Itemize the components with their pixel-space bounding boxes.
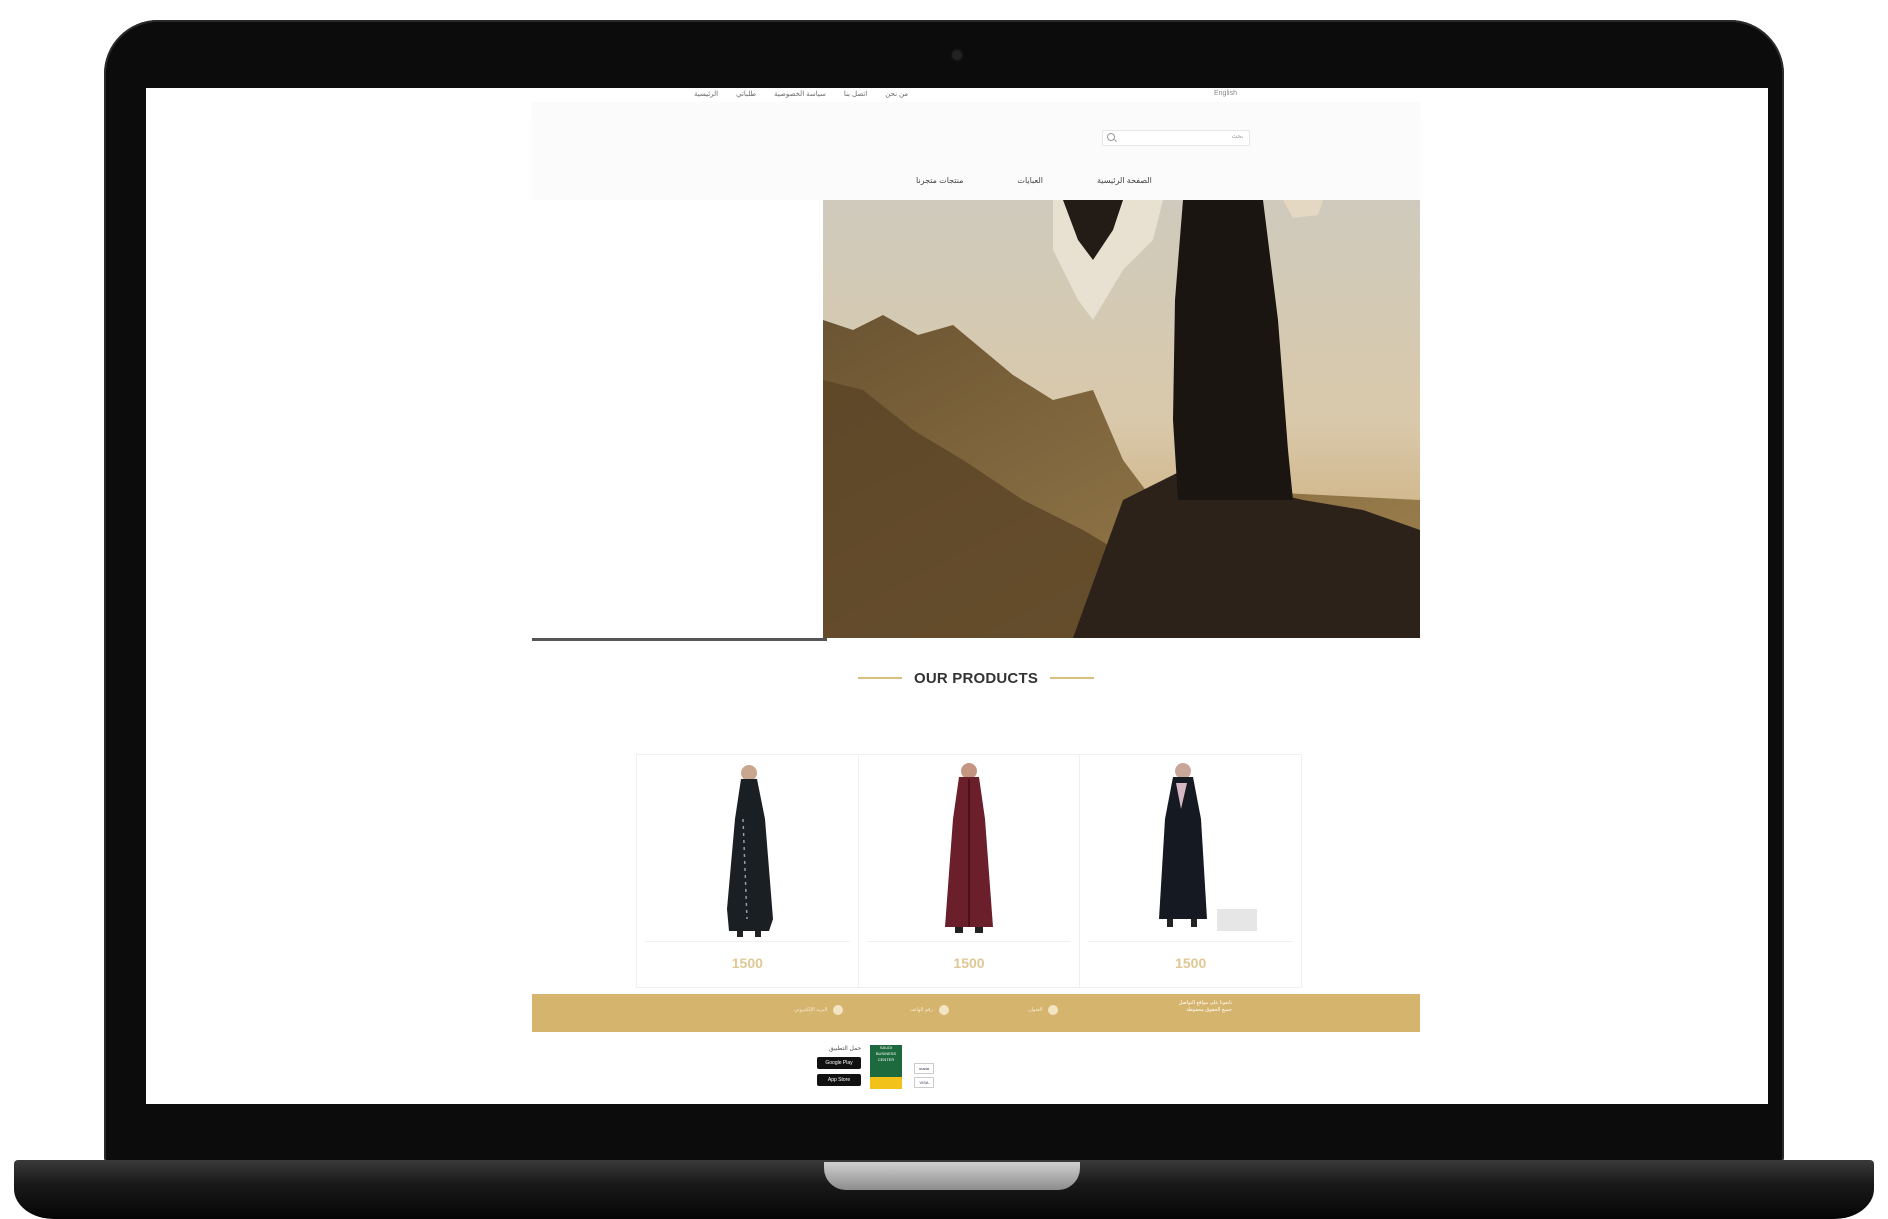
footer-item-label: البريد الإلكتروني: [794, 1007, 828, 1013]
mada-logo: mada: [914, 1063, 934, 1074]
visa-logo: VISA: [914, 1077, 934, 1088]
search-input[interactable]: [1117, 132, 1221, 146]
top-links: الرئيسية طلباتي سياسة الخصوصية اتصل بنا …: [694, 90, 908, 98]
laptop-hinge-notch: [824, 1162, 1080, 1190]
section-heading: OUR PRODUCTS: [846, 668, 1106, 688]
google-play-badge[interactable]: Google Play: [817, 1057, 861, 1069]
search-field[interactable]: بحث: [1102, 130, 1250, 146]
cert-text: SAUDI BUSINESS CENTER: [875, 1045, 897, 1062]
cert-stripe: [870, 1077, 902, 1089]
section-title: OUR PRODUCTS: [913, 669, 1039, 687]
product-image[interactable]: [866, 759, 1072, 942]
nav-item-abayas[interactable]: العبايات: [1017, 176, 1043, 185]
top-utility-bar: الرئيسية طلباتي سياسة الخصوصية اتصل بنا …: [146, 88, 1768, 102]
top-link[interactable]: من نحن: [885, 90, 908, 98]
language-toggle[interactable]: English: [1214, 90, 1237, 97]
product-price: 1500: [1175, 955, 1207, 971]
footer-contact-bar: البريد الإلكتروني رقم الهاتف العنوان تاب…: [532, 994, 1420, 1032]
product-image[interactable]: [645, 759, 850, 942]
footer-item-email[interactable]: البريد الإلكتروني: [794, 1005, 844, 1015]
footer-item-address[interactable]: العنوان: [1028, 1005, 1059, 1015]
camera-icon: [952, 50, 962, 60]
hero-banner-image[interactable]: [823, 200, 1420, 638]
top-link[interactable]: اتصل بنا: [844, 90, 867, 98]
product-card[interactable]: 1500: [637, 755, 859, 987]
search-label: بحث: [1231, 134, 1243, 140]
footer-contact-line: تابعونا على مواقع التواصل: [1178, 1000, 1232, 1006]
product-price: 1500: [953, 955, 985, 971]
nav-item-home[interactable]: الصفحة الرئيسية: [1097, 176, 1152, 185]
title-divider: [857, 677, 902, 679]
business-center-badge[interactable]: SAUDI BUSINESS CENTER: [870, 1045, 902, 1089]
site-header: [532, 102, 1420, 212]
product-image[interactable]: [1088, 759, 1294, 942]
app-store-badge[interactable]: App Store: [817, 1074, 861, 1086]
footer-contact-text: تابعونا على مواقع التواصل جميع الحقوق مح…: [1092, 1000, 1232, 1014]
search-icon[interactable]: [1107, 133, 1115, 141]
email-icon: [833, 1005, 844, 1015]
product-card[interactable]: 1500: [1080, 755, 1301, 987]
laptop-screen: الرئيسية طلباتي سياسة الخصوصية اتصل بنا …: [146, 88, 1768, 1104]
top-link[interactable]: الرئيسية: [694, 90, 718, 98]
top-link[interactable]: طلباتي: [736, 90, 756, 98]
phone-icon: [938, 1005, 949, 1015]
footer-item-label: رقم الهاتف: [910, 1007, 933, 1013]
nav-item-store[interactable]: منتجات متجرنا: [916, 176, 963, 185]
product-price: 1500: [731, 955, 763, 971]
footer-contact-line: جميع الحقوق محفوظة: [1186, 1007, 1232, 1013]
footer-item-label: العنوان: [1028, 1007, 1043, 1013]
download-app-label: حمل التطبيق: [829, 1046, 862, 1052]
product-card[interactable]: 1500: [859, 755, 1081, 987]
title-divider: [1050, 677, 1095, 679]
hero-blank-panel: [532, 200, 827, 641]
footer-item-phone[interactable]: رقم الهاتف: [910, 1005, 949, 1015]
laptop-mockup: الرئيسية طلباتي سياسة الخصوصية اتصل بنا …: [0, 0, 1888, 1219]
location-icon: [1048, 1005, 1059, 1015]
main-nav: الصفحة الرئيسية العبايات منتجات متجرنا: [916, 176, 1152, 185]
top-link[interactable]: سياسة الخصوصية: [774, 90, 826, 98]
product-grid: 1500 1500 1500: [636, 754, 1302, 988]
